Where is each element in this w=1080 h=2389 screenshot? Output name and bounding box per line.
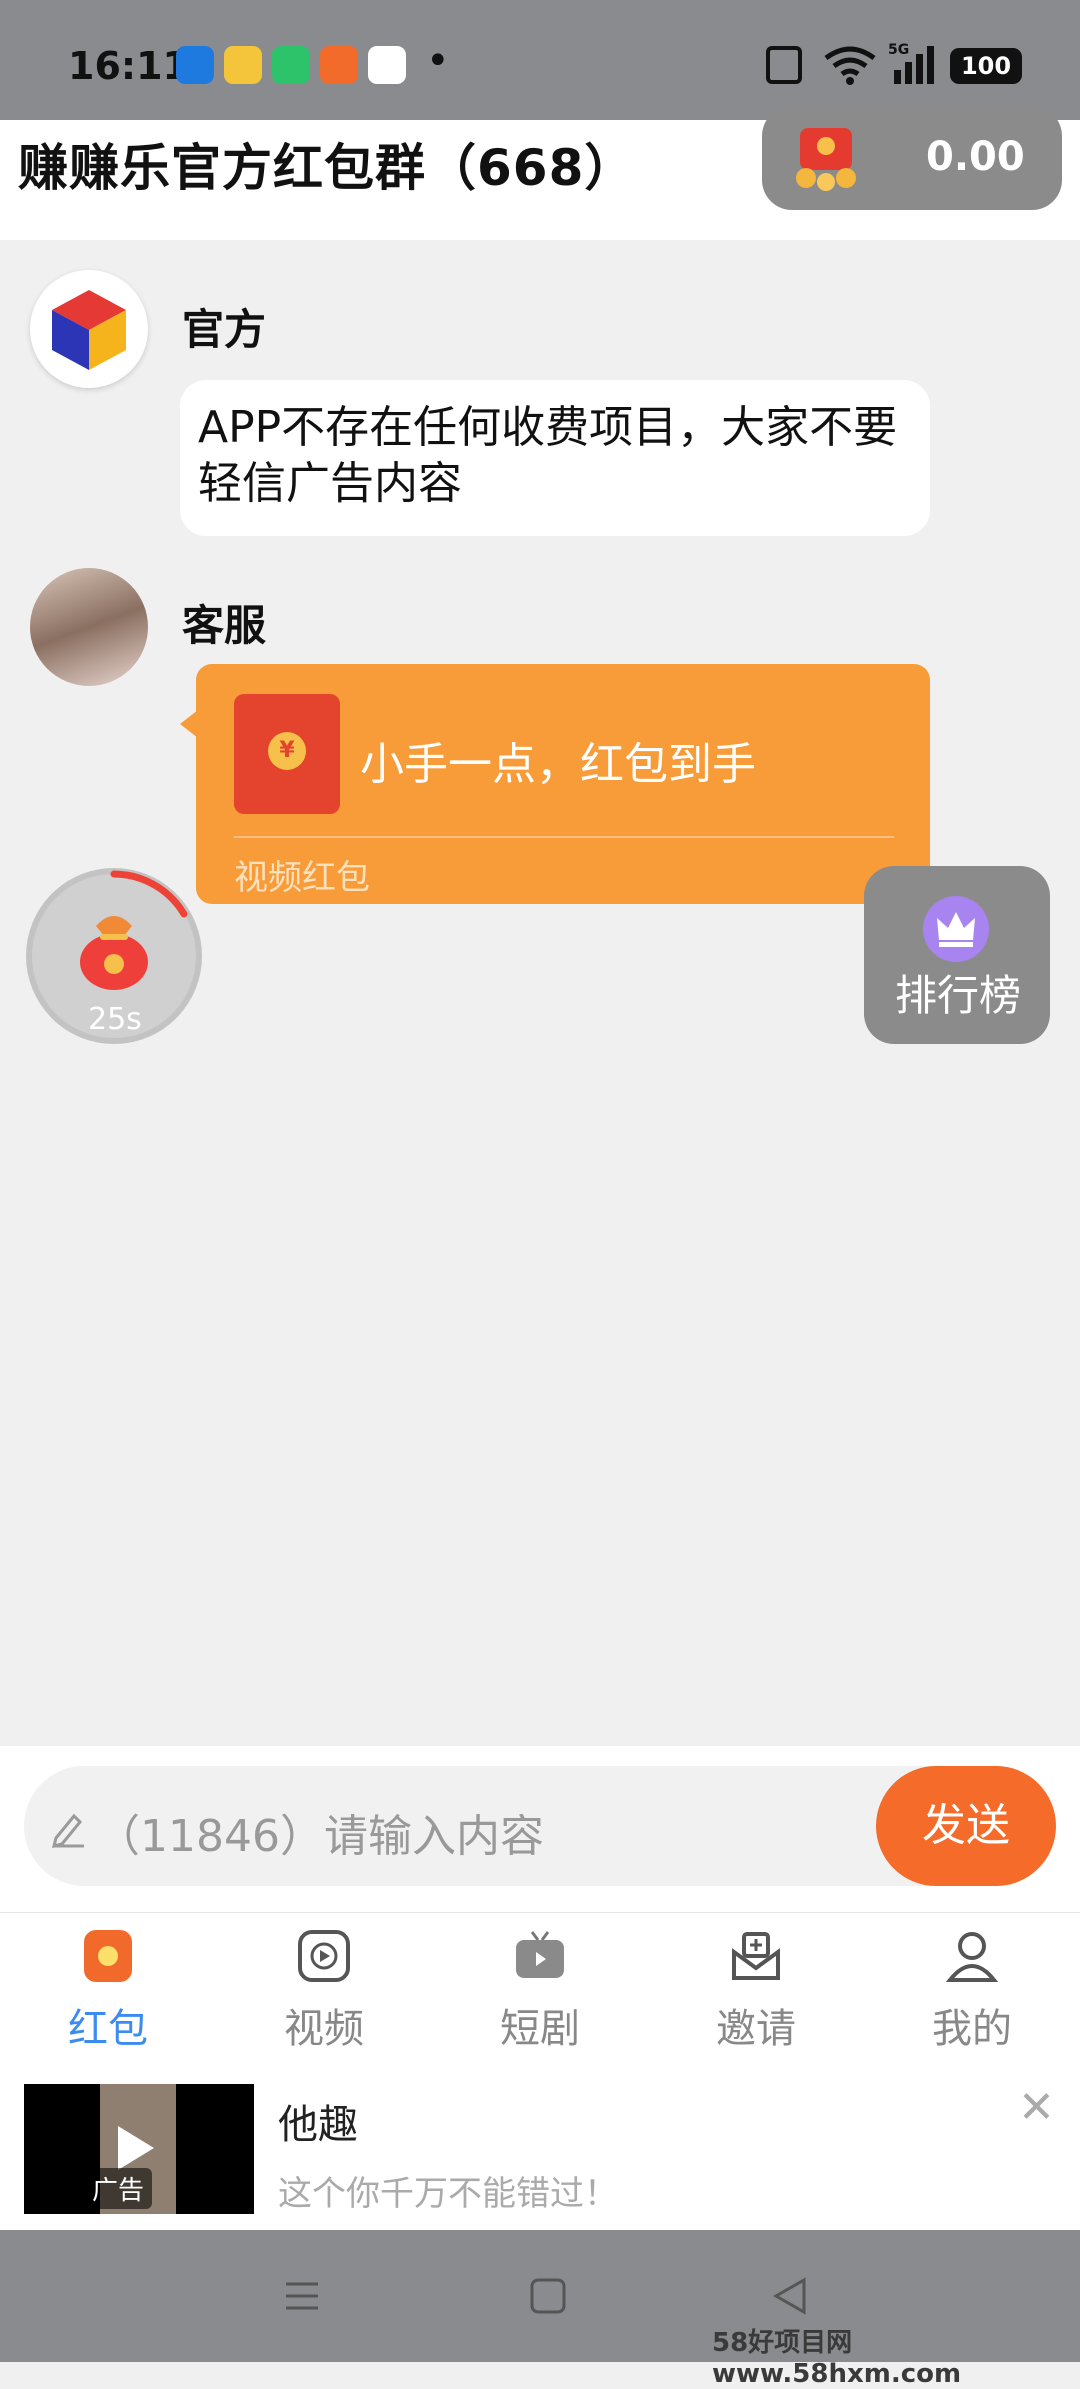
group-title: 赚赚乐官方红包群（668）	[18, 139, 636, 197]
input-placeholder: （11846）请输入内容	[96, 1811, 544, 1862]
red-packet-icon	[84, 1930, 132, 1982]
more-notifications-dot: •	[426, 38, 450, 84]
sender-name: 官方	[182, 305, 267, 354]
back-icon[interactable]	[770, 2276, 810, 2316]
close-icon[interactable]: ✕	[1018, 2082, 1055, 2133]
ranking-label: 排行榜	[895, 971, 1022, 1020]
avatar-customer-service[interactable]	[30, 568, 148, 686]
signal-icon: 5G	[888, 42, 934, 84]
nav-label: 红包	[68, 2006, 148, 2052]
crown-icon	[923, 896, 989, 962]
reader-app-icon	[320, 46, 358, 84]
message-text: APP不存在任何收费项目，大家不要轻信广告内容	[198, 402, 898, 509]
avatar-official[interactable]	[30, 270, 148, 388]
nav-label: 短剧	[500, 2006, 580, 2052]
nav-label: 邀请	[716, 2006, 796, 2052]
divider	[234, 836, 894, 838]
invite-icon	[732, 1932, 780, 1980]
profile-icon	[945, 1932, 999, 1982]
watermark: 58好项目网www.58hxm.com	[712, 2328, 962, 2389]
cube-logo-icon	[52, 290, 126, 370]
nav-item-red-packet[interactable]: 红包	[0, 1928, 216, 2052]
tv-icon	[516, 1931, 564, 1978]
red-packet-icon	[796, 128, 856, 191]
play-icon	[118, 2126, 154, 2170]
battery-app-icon	[272, 46, 310, 84]
nav-label: 我的	[932, 2006, 1012, 2052]
balance-value: 0.00	[926, 134, 1025, 180]
menu-icon[interactable]	[282, 2276, 322, 2316]
sender-name: 客服	[182, 601, 267, 650]
nfc-icon	[766, 46, 802, 84]
home-icon[interactable]	[528, 2276, 568, 2316]
qq-icon	[368, 46, 406, 84]
wifi-icon	[824, 46, 876, 85]
video-icon	[298, 1930, 350, 1982]
nav-label: 视频	[284, 2006, 364, 2052]
battery-icon: 100	[950, 48, 1022, 84]
pencil-icon	[51, 1813, 84, 1848]
red-packet-text: 小手一点，红包到手	[360, 739, 756, 790]
ad-description: 这个你千万不能错过！	[278, 2174, 618, 2214]
ad-title: 他趣	[278, 2102, 358, 2148]
status-time: 16:11	[68, 44, 189, 88]
nav-item-video[interactable]: 视频	[216, 1928, 432, 2052]
weibo-icon	[224, 46, 262, 84]
nav-item-invite[interactable]: 邀请	[648, 1928, 864, 2052]
svg-text:5G: 5G	[888, 42, 909, 58]
nav-item-me[interactable]: 我的	[864, 1928, 1080, 2052]
red-packet-type: 视频红包	[234, 858, 370, 898]
send-button[interactable]: 发送	[876, 1766, 1056, 1886]
app-notification-icon	[176, 46, 214, 84]
ad-badge: 广告	[84, 2168, 153, 2209]
yuan-coin-icon: ¥	[268, 732, 306, 770]
money-bag-icon	[80, 916, 148, 990]
nav-item-drama[interactable]: 短剧	[432, 1928, 648, 2052]
timer-countdown: 25s	[88, 1002, 142, 1037]
